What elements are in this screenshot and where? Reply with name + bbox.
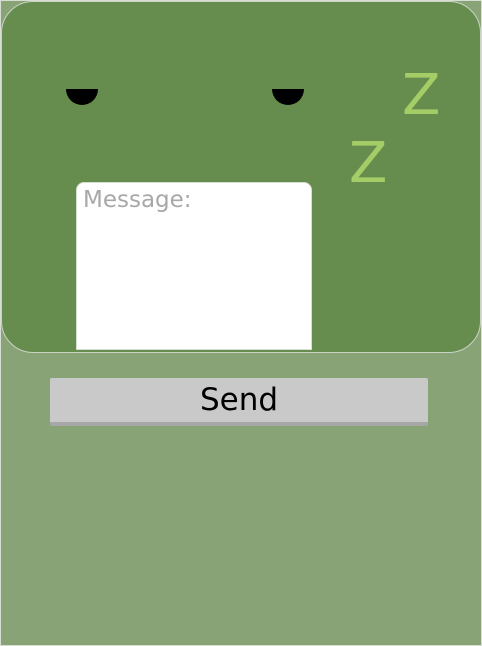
sleep-z-icon: Z [349,131,388,196]
sleeping-face-panel: Z Z [1,1,481,353]
right-eye-icon [272,89,304,105]
message-input[interactable] [77,183,311,349]
sleep-z-icon: Z [402,63,441,128]
send-button[interactable]: Send [50,378,428,426]
left-eye-icon [66,89,98,105]
app-frame: Z Z Send [0,0,482,646]
message-box [76,182,312,350]
